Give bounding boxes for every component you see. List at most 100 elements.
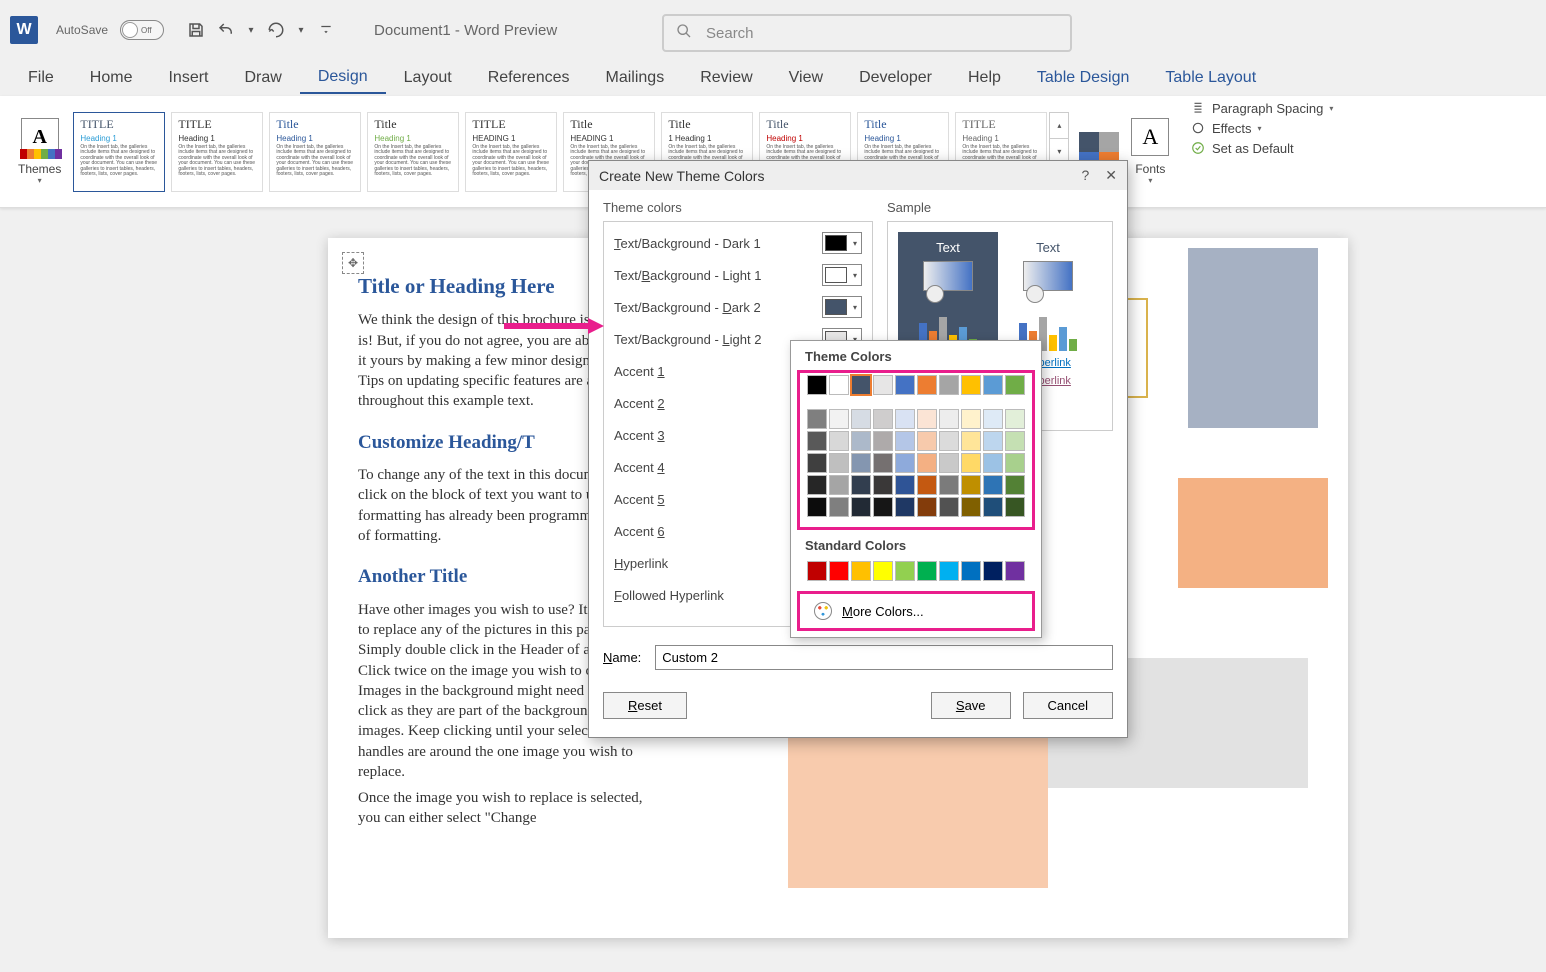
- color-swatch[interactable]: [873, 453, 893, 473]
- name-input[interactable]: [655, 645, 1113, 670]
- color-swatch[interactable]: [851, 409, 871, 429]
- color-swatch[interactable]: [961, 409, 981, 429]
- color-swatch[interactable]: [961, 475, 981, 495]
- ribbon-tab-draw[interactable]: Draw: [226, 63, 299, 93]
- color-swatch[interactable]: [1005, 375, 1025, 395]
- color-swatch[interactable]: [807, 475, 827, 495]
- color-dropdown-button[interactable]: ▾: [822, 296, 862, 318]
- color-swatch[interactable]: [939, 561, 959, 581]
- undo-dropdown-icon[interactable]: ▾: [244, 18, 258, 42]
- color-swatch[interactable]: [807, 431, 827, 451]
- ribbon-tab-mailings[interactable]: Mailings: [588, 63, 683, 93]
- color-swatch[interactable]: [983, 431, 1003, 451]
- color-swatch[interactable]: [873, 409, 893, 429]
- redo-icon[interactable]: [264, 18, 288, 42]
- search-box[interactable]: Search: [662, 14, 1072, 52]
- themes-button[interactable]: A Themes ▾: [8, 114, 71, 189]
- color-swatch[interactable]: [983, 497, 1003, 517]
- color-swatch[interactable]: [983, 375, 1003, 395]
- save-icon[interactable]: [184, 18, 208, 42]
- color-swatch[interactable]: [873, 561, 893, 581]
- doc-format-thumb[interactable]: TitleHeading 1On the Insert tab, the gal…: [367, 112, 459, 192]
- color-swatch[interactable]: [939, 475, 959, 495]
- undo-icon[interactable]: [214, 18, 238, 42]
- ribbon-tab-review[interactable]: Review: [682, 63, 770, 93]
- color-swatch[interactable]: [961, 453, 981, 473]
- ribbon-tab-table-layout[interactable]: Table Layout: [1147, 63, 1274, 93]
- cancel-button[interactable]: Cancel: [1023, 692, 1113, 719]
- color-swatch[interactable]: [917, 475, 937, 495]
- ribbon-tab-references[interactable]: References: [470, 63, 588, 93]
- ribbon-tab-file[interactable]: File: [10, 63, 72, 93]
- color-swatch[interactable]: [851, 453, 871, 473]
- ribbon-tab-view[interactable]: View: [771, 63, 841, 93]
- color-swatch[interactable]: [1005, 453, 1025, 473]
- color-swatch[interactable]: [1005, 561, 1025, 581]
- color-swatch[interactable]: [829, 431, 849, 451]
- customize-qat-icon[interactable]: [314, 18, 338, 42]
- color-swatch[interactable]: [983, 475, 1003, 495]
- color-swatch[interactable]: [807, 375, 827, 395]
- color-swatch[interactable]: [961, 561, 981, 581]
- ribbon-tab-layout[interactable]: Layout: [386, 63, 470, 93]
- dialog-titlebar[interactable]: Create New Theme Colors ? ✕: [589, 161, 1127, 190]
- color-swatch[interactable]: [961, 497, 981, 517]
- close-icon[interactable]: ✕: [1105, 167, 1117, 184]
- color-swatch[interactable]: [961, 375, 981, 395]
- color-swatch[interactable]: [983, 561, 1003, 581]
- fonts-button[interactable]: A Fonts ▾: [1121, 114, 1179, 189]
- color-swatch[interactable]: [895, 375, 915, 395]
- color-swatch[interactable]: [829, 409, 849, 429]
- color-swatch[interactable]: [829, 561, 849, 581]
- color-swatch[interactable]: [1005, 409, 1025, 429]
- color-swatch[interactable]: [829, 453, 849, 473]
- color-swatch[interactable]: [807, 409, 827, 429]
- color-swatch[interactable]: [873, 431, 893, 451]
- ribbon-tab-design[interactable]: Design: [300, 62, 386, 94]
- color-swatch[interactable]: [807, 497, 827, 517]
- color-swatch[interactable]: [895, 497, 915, 517]
- color-swatch[interactable]: [1005, 431, 1025, 451]
- color-swatch[interactable]: [917, 497, 937, 517]
- doc-format-thumb[interactable]: TITLEHeading 1On the Insert tab, the gal…: [73, 112, 165, 192]
- color-swatch[interactable]: [895, 409, 915, 429]
- color-swatch[interactable]: [873, 375, 893, 395]
- ribbon-tab-home[interactable]: Home: [72, 63, 151, 93]
- color-swatch[interactable]: [917, 409, 937, 429]
- color-swatch[interactable]: [895, 431, 915, 451]
- ribbon-tab-developer[interactable]: Developer: [841, 63, 950, 93]
- set-as-default-button[interactable]: Set as Default: [1190, 140, 1333, 156]
- color-swatch[interactable]: [851, 375, 871, 395]
- doc-format-thumb[interactable]: TITLEHeading 1On the Insert tab, the gal…: [171, 112, 263, 192]
- doc-format-thumb[interactable]: TITLEHEADING 1On the Insert tab, the gal…: [465, 112, 557, 192]
- color-swatch[interactable]: [895, 475, 915, 495]
- doc-format-thumb[interactable]: TitleHeading 1On the Insert tab, the gal…: [269, 112, 361, 192]
- color-swatch[interactable]: [917, 453, 937, 473]
- color-swatch[interactable]: [939, 453, 959, 473]
- color-swatch[interactable]: [807, 561, 827, 581]
- save-button[interactable]: Save: [931, 692, 1011, 719]
- paragraph-spacing-button[interactable]: Paragraph Spacing ▾: [1190, 100, 1333, 116]
- color-swatch[interactable]: [807, 453, 827, 473]
- ribbon-tab-table-design[interactable]: Table Design: [1019, 63, 1148, 93]
- color-swatch[interactable]: [939, 431, 959, 451]
- color-swatch[interactable]: [851, 497, 871, 517]
- help-icon[interactable]: ?: [1081, 167, 1089, 184]
- color-swatch[interactable]: [917, 375, 937, 395]
- redo-dropdown-icon[interactable]: ▾: [294, 18, 308, 42]
- color-swatch[interactable]: [917, 431, 937, 451]
- color-swatch[interactable]: [851, 561, 871, 581]
- color-swatch[interactable]: [895, 453, 915, 473]
- color-swatch[interactable]: [851, 431, 871, 451]
- color-swatch[interactable]: [961, 431, 981, 451]
- color-swatch[interactable]: [1005, 475, 1025, 495]
- color-swatch[interactable]: [829, 497, 849, 517]
- move-handle-icon[interactable]: ✥: [342, 252, 364, 274]
- color-swatch[interactable]: [983, 453, 1003, 473]
- autosave-toggle[interactable]: Off: [120, 20, 164, 40]
- ribbon-tab-insert[interactable]: Insert: [150, 63, 226, 93]
- color-dropdown-button[interactable]: ▾: [822, 232, 862, 254]
- color-swatch[interactable]: [873, 497, 893, 517]
- color-swatch[interactable]: [829, 375, 849, 395]
- color-swatch[interactable]: [983, 409, 1003, 429]
